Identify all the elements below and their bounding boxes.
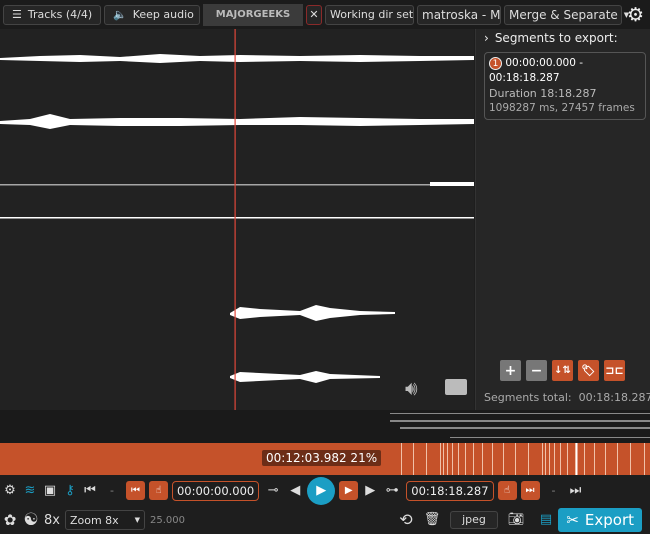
- scissors-icon: ✂: [566, 511, 579, 529]
- key-icon[interactable]: ⚷: [62, 483, 78, 498]
- cut-end-time-input[interactable]: 00:18:18.287: [406, 480, 494, 501]
- next-keyframe-icon[interactable]: ⊶: [382, 483, 402, 498]
- keyframe-strip: [0, 410, 650, 443]
- keyframe-mark: [545, 443, 546, 475]
- keyframe-mark: [528, 443, 529, 475]
- keyframe-mark: [413, 443, 414, 475]
- keyframe-mark: [605, 443, 606, 475]
- waveform-icon[interactable]: ≋: [22, 483, 38, 498]
- play-button[interactable]: ▶: [307, 476, 336, 505]
- track-divider: [0, 217, 474, 219]
- keyframe-mark: [542, 443, 543, 475]
- waveform-track-4a: [230, 305, 395, 321]
- export-button[interactable]: ✂ Export: [558, 508, 642, 532]
- playback-controls: ⚙ ≋ ▣ ⚷ ⏮ - ⏮ ☝ 00:00:00.000 ⊸ ◀ ▶ ▶ ▶ ⊶…: [0, 475, 650, 506]
- baby-icon[interactable]: ✿: [2, 511, 18, 529]
- keyframe-mark: [515, 443, 516, 475]
- keyframe-mark: [440, 443, 441, 475]
- keyframe-mark: [594, 443, 595, 475]
- waveform-area[interactable]: 🔊︎: [0, 29, 474, 410]
- jump-cut-start-button[interactable]: ⏮: [125, 481, 145, 500]
- keyframe-mark: [503, 443, 504, 475]
- playhead: [234, 29, 236, 410]
- waveform-track-4b: [230, 371, 380, 383]
- keyframe-mark: [617, 443, 618, 475]
- waveform-track-1: [0, 54, 474, 63]
- segments-header[interactable]: › Segments to export:: [476, 29, 650, 47]
- zoom-select[interactable]: Zoom 8x ▼: [64, 510, 145, 530]
- jump-cut-end-button[interactable]: ⏭: [520, 481, 540, 500]
- volume-icon[interactable]: 🔊︎: [405, 376, 418, 400]
- tracks-button[interactable]: ☰ Tracks (4/4): [3, 4, 101, 25]
- capture-format-button[interactable]: jpeg: [450, 510, 498, 529]
- yinyang-icon[interactable]: ☯: [23, 510, 39, 530]
- settings-icon[interactable]: ⚙: [2, 483, 18, 498]
- subtitles-icon[interactable]: [445, 379, 467, 395]
- jump-start-icon[interactable]: ⏮: [82, 483, 98, 498]
- camera-icon[interactable]: 📷︎: [508, 512, 525, 527]
- segment-number: 1: [489, 56, 502, 70]
- split-segment-button[interactable]: ⊐⊏: [604, 360, 625, 381]
- segment-item[interactable]: 1 00:00:00.000 - 00:18:18.287 Duration 1…: [484, 52, 646, 120]
- keep-audio-button[interactable]: 🔈 Keep audio: [104, 4, 200, 25]
- keyframe-mark: [452, 443, 453, 475]
- waveform-track-2: [0, 114, 474, 129]
- trash-icon[interactable]: 🗑︎: [424, 512, 441, 527]
- speaker-icon: 🔈: [113, 8, 127, 21]
- segments-list-icon[interactable]: ▤: [538, 512, 554, 527]
- next-frame-icon[interactable]: ▶: [362, 483, 378, 498]
- keyframe-mark: [447, 443, 448, 475]
- thumbnails-icon[interactable]: ▣: [42, 483, 58, 498]
- top-toolbar: ☰ Tracks (4/4) 🔈 Keep audio MAJORGEEKS ✕ W…: [0, 0, 650, 29]
- keyframe-mark: [492, 443, 493, 475]
- clear-working-dir-button[interactable]: ✕: [306, 4, 322, 25]
- list-icon: ☰: [12, 8, 22, 21]
- keyframe-mark: [630, 443, 631, 475]
- play-selection-button[interactable]: ▶: [339, 481, 359, 500]
- segments-panel: › Segments to export: 1 00:00:00.000 - 00…: [475, 29, 650, 410]
- jump-end-icon[interactable]: ⏭: [568, 483, 584, 498]
- timeline-position: 00:12:03.982 21%: [262, 450, 382, 466]
- keyframe-mark: [560, 443, 561, 475]
- timeline-bar[interactable]: 00:12:03.982 21%: [0, 443, 650, 475]
- prev-frame-icon[interactable]: ◀: [287, 483, 303, 498]
- keyframe-mark: [554, 443, 555, 475]
- chevron-right-icon: ›: [484, 31, 489, 45]
- keyframe-mark: [584, 443, 585, 475]
- timeline-cursor: [576, 443, 578, 475]
- remove-segment-button[interactable]: −: [526, 360, 547, 381]
- rotate-icon[interactable]: ⟲: [398, 510, 414, 529]
- keyframe-mark: [458, 443, 459, 475]
- set-cut-end-button[interactable]: ☝: [497, 481, 517, 500]
- keyframe-mark: [443, 443, 444, 475]
- keyframe-mark: [575, 443, 576, 475]
- settings-gear-icon[interactable]: ⚙: [627, 4, 644, 26]
- tag-icon[interactable]: 🏷︎: [578, 360, 599, 381]
- keyframe-mark: [567, 443, 568, 475]
- keyframe-mark: [465, 443, 466, 475]
- watermark-logo: MAJORGEEKS: [203, 3, 303, 26]
- set-cut-start-button[interactable]: ☝: [148, 481, 168, 500]
- segments-total: Segments total: 00:18:18.287: [484, 391, 650, 404]
- keyframe-mark: [426, 443, 427, 475]
- add-segment-button[interactable]: +: [500, 360, 521, 381]
- mode-select[interactable]: Merge & Separate ▼: [504, 4, 629, 25]
- cut-start-time-input[interactable]: 00:00:00.000: [171, 480, 260, 501]
- chevron-down-icon: ▼: [134, 516, 140, 524]
- sort-segments-button[interactable]: ↓⇅: [552, 360, 573, 381]
- waveform-svg: [0, 29, 474, 410]
- keyframe-mark: [549, 443, 550, 475]
- format-select[interactable]: matroska - M▼: [417, 4, 512, 25]
- bottom-toolbar: ✿ ☯ 8x Zoom 8x ▼ 25.000 ⟲ 🗑︎ jpeg 📷︎ ▤ ✂ E…: [0, 506, 650, 534]
- waveform-track-3: [0, 184, 474, 186]
- keyframe-mark: [401, 443, 402, 475]
- keyframe-mark: [644, 443, 645, 475]
- keyframe-mark: [482, 443, 483, 475]
- waveform-track-3-segment: [430, 182, 474, 186]
- keyframe-mark: [473, 443, 474, 475]
- working-dir-button[interactable]: Working dir set: [325, 4, 414, 25]
- prev-keyframe-icon[interactable]: ⊸: [263, 483, 283, 498]
- segment-tools: + − ↓⇅ 🏷︎ ⊐⊏: [500, 360, 625, 381]
